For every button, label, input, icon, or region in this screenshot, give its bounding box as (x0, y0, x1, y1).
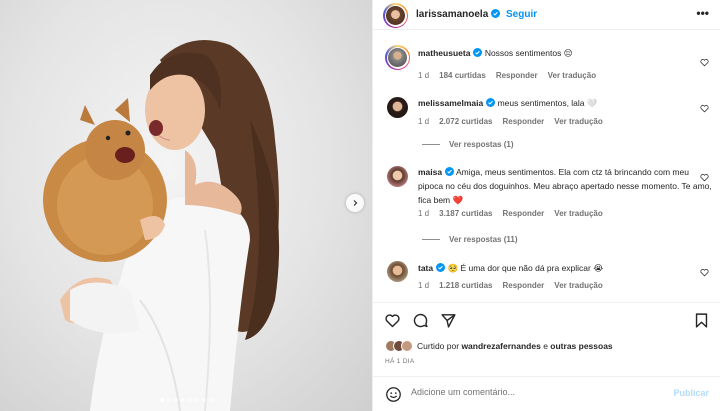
comment-time: 1 d (418, 117, 430, 126)
heart-icon[interactable] (700, 104, 709, 113)
comment-input[interactable] (411, 387, 661, 397)
liked-by-user[interactable]: wandrezafernandes (461, 341, 540, 351)
heart-icon[interactable] (384, 312, 401, 329)
comment-body: meus sentimentos, lala 🤍 (497, 98, 598, 108)
liked-by: Curtido por wandrezafernandes e outras p… (385, 340, 613, 352)
carousel-dot (173, 398, 178, 402)
author-username[interactable]: larissamanoela (416, 9, 501, 20)
translate-button[interactable]: Ver tradução (554, 281, 602, 290)
comment-text: tata 🥺 É uma dor que não dá pra explicar… (418, 261, 698, 275)
heart-icon[interactable] (700, 58, 709, 67)
reply-button[interactable]: Responder (496, 71, 538, 80)
photo-scene (43, 40, 280, 411)
comment-username[interactable]: tata (418, 263, 433, 273)
heart-icon[interactable] (700, 173, 709, 182)
comment-meta: 1 d 1.218 curtidas Responder Ver traduçã… (418, 281, 603, 290)
comment-text: melissamelmaia meus sentimentos, lala 🤍 (418, 96, 698, 110)
comments-list: matheusueta Nossos sentimentos 😔 1 d 184… (373, 30, 720, 302)
chevron-right-icon (353, 200, 358, 206)
comment-meta: 1 d 184 curtidas Responder Ver tradução (418, 71, 596, 80)
author-avatar[interactable] (383, 3, 408, 28)
add-comment-bar: Publicar (373, 376, 720, 411)
next-photo-button[interactable] (346, 194, 364, 212)
liked-by-prefix: Curtido por (417, 341, 460, 351)
verified-icon (445, 167, 455, 176)
reply-button[interactable]: Responder (503, 209, 545, 218)
view-replies-button[interactable]: Ver respostas (11) (422, 235, 517, 244)
comment-time: 1 d (418, 71, 430, 80)
reply-button[interactable]: Responder (503, 281, 545, 290)
comment-likes[interactable]: 2.072 curtidas (439, 117, 492, 126)
carousel-dot (187, 398, 192, 402)
comment-text: maisa Amiga, meus sentimentos. Ela com c… (418, 165, 713, 207)
carousel-dot (194, 398, 199, 402)
publish-button[interactable]: Publicar (673, 388, 709, 398)
comment-time: 1 d (418, 209, 430, 218)
comment-icon[interactable] (412, 312, 429, 329)
more-options-icon[interactable]: ••• (696, 6, 709, 20)
post-header: larissamanoela Seguir ••• (373, 0, 720, 30)
translate-button[interactable]: Ver tradução (554, 209, 602, 218)
post-photo (0, 0, 372, 411)
verified-icon (436, 263, 446, 272)
comment-meta: 1 d 2.072 curtidas Responder Ver traduçã… (418, 117, 603, 126)
liked-by-connector: e (543, 341, 548, 351)
avatar (401, 340, 413, 352)
follow-button[interactable]: Seguir (506, 9, 537, 20)
comment-avatar[interactable] (387, 166, 408, 187)
liked-by-avatars (385, 340, 413, 352)
comment-meta: 1 d 3.187 curtidas Responder Ver traduçã… (418, 209, 603, 218)
verified-icon (486, 98, 496, 107)
carousel-dot (159, 398, 164, 402)
carousel-dot (166, 398, 171, 402)
comment-likes[interactable]: 184 curtidas (439, 71, 486, 80)
emoji-icon[interactable] (385, 386, 402, 403)
verified-icon (473, 48, 483, 57)
comment-avatar[interactable] (385, 45, 410, 70)
view-replies-button[interactable]: Ver respostas (1) (422, 140, 513, 149)
verified-icon (491, 9, 501, 18)
comment-avatar[interactable] (387, 261, 408, 282)
comment-likes[interactable]: 3.187 curtidas (439, 209, 492, 218)
liked-by-others[interactable]: outras pessoas (550, 341, 612, 351)
translate-button[interactable]: Ver tradução (554, 117, 602, 126)
comment-likes[interactable]: 1.218 curtidas (439, 281, 492, 290)
heart-icon[interactable] (700, 268, 709, 277)
carousel-dot (180, 398, 185, 402)
comment-username[interactable]: maisa (418, 167, 442, 177)
carousel-dot (201, 398, 206, 402)
comment-time: 1 d (418, 281, 430, 290)
post-side-panel: larissamanoela Seguir ••• matheusueta No… (372, 0, 720, 411)
comment-text: matheusueta Nossos sentimentos 😔 (418, 46, 698, 60)
reply-button[interactable]: Responder (503, 117, 545, 126)
view-replies-label: Ver respostas (11) (449, 235, 518, 244)
comment-body: Nossos sentimentos 😔 (484, 48, 573, 58)
comment-username[interactable]: matheusueta (418, 48, 470, 58)
post-actions (373, 302, 720, 334)
carousel-dots (0, 398, 372, 402)
bookmark-icon[interactable] (693, 312, 710, 329)
comment-body: 🥺 É uma dor que não dá pra explicar 😭 (447, 263, 604, 273)
post-date[interactable]: HÁ 1 DIA (385, 358, 415, 365)
author-username-text: larissamanoela (416, 9, 489, 20)
translate-button[interactable]: Ver tradução (548, 71, 596, 80)
share-icon[interactable] (440, 312, 457, 329)
carousel-dot (208, 398, 213, 402)
comment-avatar[interactable] (387, 97, 408, 118)
view-replies-label: Ver respostas (1) (449, 140, 514, 149)
comment-username[interactable]: melissamelmaia (418, 98, 483, 108)
comment-body: Amiga, meus sentimentos. Ela com ctz tá … (418, 167, 712, 205)
